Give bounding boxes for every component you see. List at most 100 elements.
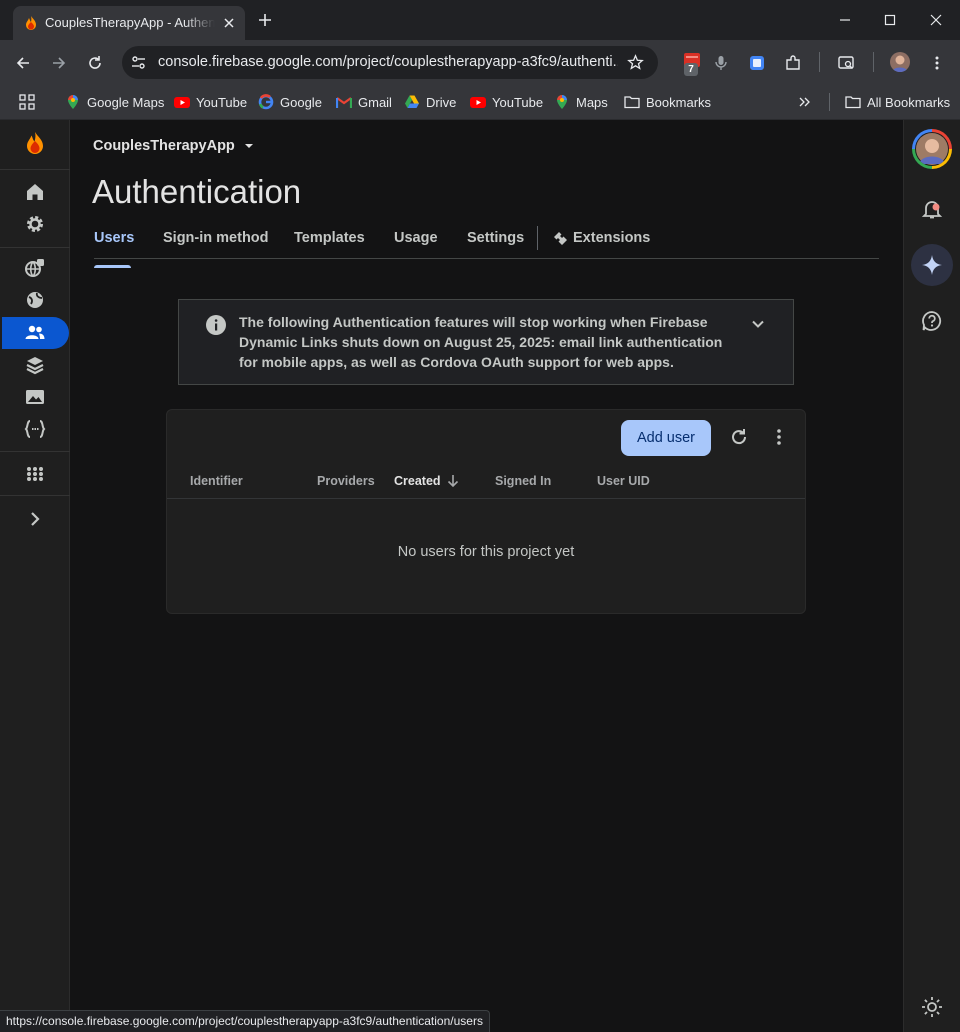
folder-icon (845, 96, 861, 109)
authentication-people-icon[interactable] (24, 322, 46, 344)
toolbar-divider (819, 52, 820, 72)
bookmark-google-maps[interactable]: Google Maps (65, 92, 164, 112)
toolbar-divider (873, 52, 874, 72)
more-bookmarks-chevron-icon[interactable] (797, 94, 813, 110)
new-tab-icon[interactable] (256, 11, 274, 29)
sort-descending-icon[interactable] (445, 473, 461, 489)
bookmark-folder[interactable]: Bookmarks (624, 92, 711, 112)
bookmarks-bar: Google Maps YouTube Google Gmail Drive Y… (0, 86, 960, 120)
notifications-bell-icon[interactable] (921, 198, 943, 220)
more-options-icon[interactable] (769, 427, 789, 447)
rail-divider (0, 169, 70, 170)
info-icon (206, 315, 226, 335)
help-icon[interactable] (921, 310, 943, 332)
table-header-divider (167, 498, 805, 499)
app-check-icon[interactable] (24, 257, 46, 279)
expand-chevron-icon[interactable] (24, 508, 46, 530)
chrome-menu-icon[interactable] (928, 54, 946, 72)
reload-icon[interactable] (86, 54, 104, 72)
maximize-icon[interactable] (882, 12, 898, 28)
tab-extensions[interactable]: Extensions (553, 230, 650, 246)
tab-users[interactable]: Users (94, 230, 134, 268)
back-icon[interactable] (14, 54, 32, 72)
storage-image-icon[interactable] (24, 386, 46, 408)
column-header-identifier[interactable]: Identifier (190, 474, 243, 488)
expand-chevron-down-icon[interactable] (748, 314, 768, 334)
add-user-button[interactable]: Add user (621, 420, 711, 456)
bookmark-star-icon[interactable] (627, 54, 644, 71)
chrome-profile-avatar[interactable] (890, 52, 910, 72)
firebase-favicon-icon (26, 16, 36, 30)
dropdown-caret-icon (244, 144, 253, 148)
tab-strip: CouplesTherapyApp - Authentication (0, 0, 960, 40)
empty-state-message: No users for this project yet (397, 544, 575, 560)
project-selector[interactable]: CouplesTherapyApp (93, 136, 255, 156)
minimize-icon[interactable] (837, 12, 853, 28)
column-header-signed-in[interactable]: Signed In (495, 474, 551, 488)
bookmarks-divider (829, 93, 830, 111)
rail-divider (0, 247, 70, 248)
firebase-nav-rail (0, 120, 70, 1010)
tab-usage[interactable]: Usage (394, 230, 438, 246)
forward-icon[interactable] (50, 54, 68, 72)
microphone-icon[interactable] (712, 54, 730, 72)
bookmark-drive[interactable]: Drive (404, 92, 456, 112)
bookmark-maps[interactable]: Maps (554, 92, 608, 112)
extensions-puzzle-icon[interactable] (784, 54, 802, 72)
gemini-button[interactable] (911, 244, 953, 286)
google-drive-icon (405, 95, 419, 108)
extensions-icon (554, 231, 567, 245)
bookmark-google[interactable]: Google (258, 92, 322, 112)
site-info-icon[interactable] (130, 54, 147, 71)
tab-search-icon[interactable] (837, 54, 855, 72)
all-products-grid-icon[interactable] (24, 463, 46, 485)
functions-icon[interactable] (24, 418, 46, 440)
folder-icon (624, 96, 640, 109)
rail-divider (0, 451, 70, 452)
bookmark-youtube[interactable]: YouTube (174, 92, 247, 112)
home-icon[interactable] (24, 181, 46, 203)
youtube-icon (470, 97, 486, 108)
address-bar[interactable]: console.firebase.google.com/project/coup… (122, 46, 658, 79)
google-maps-icon (557, 95, 567, 109)
users-table-card: Add user Identifier Providers Created Si… (166, 409, 806, 614)
avatar[interactable] (912, 129, 952, 169)
main-content: CouplesTherapyApp Authentication Users S… (70, 120, 903, 1010)
right-rail (903, 120, 960, 1032)
bookmark-youtube-2[interactable]: YouTube (470, 92, 543, 112)
refresh-icon[interactable] (729, 427, 749, 447)
tab-title: CouplesTherapyApp - Authentication (45, 15, 215, 30)
page-title: Authentication (92, 173, 302, 210)
tab-sign-in-method[interactable]: Sign-in method (163, 230, 269, 246)
active-tab-indicator (94, 265, 131, 268)
close-window-icon[interactable] (928, 12, 944, 28)
gmail-icon (336, 97, 352, 108)
tab-settings[interactable]: Settings (467, 230, 524, 246)
translate-extension-icon[interactable] (748, 54, 766, 72)
theme-brightness-icon[interactable] (921, 996, 943, 1018)
column-header-providers[interactable]: Providers (317, 474, 375, 488)
bookmark-gmail[interactable]: Gmail (336, 92, 392, 112)
column-header-user-uid[interactable]: User UID (597, 474, 650, 488)
browser-tab-active[interactable]: CouplesTherapyApp - Authentication (13, 6, 245, 40)
firestore-icon[interactable] (24, 353, 46, 375)
firebase-logo-icon[interactable] (23, 131, 47, 157)
google-icon (258, 94, 274, 110)
apps-grid-icon[interactable] (19, 94, 35, 110)
youtube-icon (174, 97, 190, 108)
project-name: CouplesTherapyApp (93, 138, 235, 154)
close-tab-icon[interactable] (221, 15, 237, 31)
settings-gear-icon[interactable] (24, 213, 46, 235)
tabs-divider (537, 226, 538, 250)
google-maps-icon (68, 95, 78, 109)
deprecation-notice: The following Authentication features wi… (178, 299, 794, 385)
gemini-sparkle-icon (922, 255, 942, 275)
column-header-created[interactable]: Created (394, 474, 441, 488)
all-bookmarks[interactable]: All Bookmarks (845, 92, 950, 112)
rail-divider (0, 495, 70, 496)
tab-templates[interactable]: Templates (294, 230, 365, 246)
extension-badge-count: 7 (684, 63, 698, 76)
hosting-globe-icon[interactable] (24, 289, 46, 311)
auth-tabs: Users Sign-in method Templates Usage Set… (94, 220, 879, 268)
browser-toolbar: console.firebase.google.com/project/coup… (0, 40, 960, 86)
